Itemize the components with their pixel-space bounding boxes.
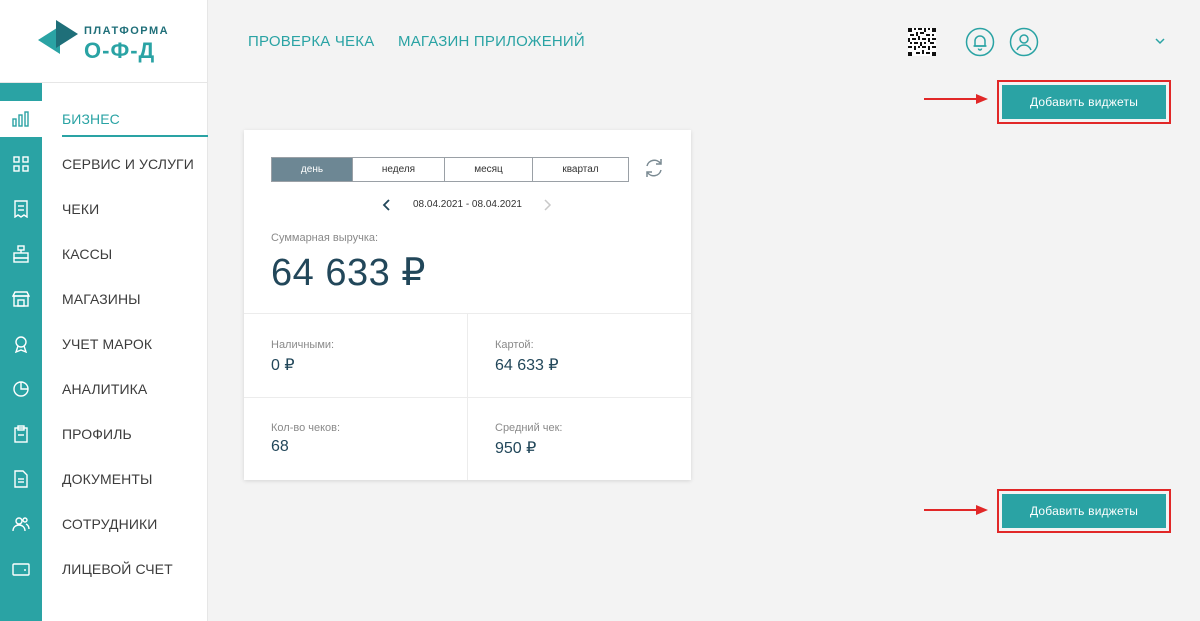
sidebar-item-cash-registers[interactable]: КАССЫ bbox=[62, 244, 112, 264]
date-range-row: 08.04.2021 - 08.04.2021 bbox=[382, 197, 554, 213]
users-icon[interactable] bbox=[0, 506, 42, 542]
bar-chart-icon[interactable] bbox=[0, 101, 42, 137]
annotation-arrow-top bbox=[924, 94, 988, 104]
card-value: 64 633 ₽ bbox=[495, 357, 559, 374]
highlight-frame-bottom: Добавить виджеты bbox=[997, 489, 1171, 533]
icon-rail bbox=[0, 83, 42, 621]
receipts-count-value: 68 bbox=[271, 438, 289, 455]
sidebar-item-profile[interactable]: ПРОФИЛЬ bbox=[62, 424, 132, 444]
sidebar-item-receipts[interactable]: ЧЕКИ bbox=[62, 199, 99, 219]
nav-check-receipt[interactable]: ПРОВЕРКА ЧЕКА bbox=[248, 33, 374, 50]
sidebar-item-business[interactable]: БИЗНЕС bbox=[62, 109, 120, 129]
pie-chart-icon[interactable] bbox=[0, 371, 42, 407]
sidebar-item-documents[interactable]: ДОКУМЕНТЫ bbox=[62, 469, 153, 489]
cash-register-icon[interactable] bbox=[0, 236, 42, 272]
store-icon[interactable] bbox=[0, 281, 42, 317]
revenue-widget: день неделя месяц квартал 08.04.2021 - 0… bbox=[244, 130, 691, 480]
tab-quarter[interactable]: квартал bbox=[533, 158, 628, 181]
receipts-count-label: Кол-во чеков: bbox=[271, 422, 341, 434]
tab-week[interactable]: неделя bbox=[353, 158, 445, 181]
clipboard-icon[interactable] bbox=[0, 416, 42, 452]
wallet-icon[interactable] bbox=[0, 551, 42, 587]
bell-icon[interactable] bbox=[965, 27, 995, 57]
svg-text:ПЛАТФОРМА: ПЛАТФОРМА bbox=[84, 25, 169, 37]
sidebar-item-services[interactable]: СЕРВИС И УСЛУГИ bbox=[62, 154, 194, 174]
sidebar: ПЛАТФОРМА О-Ф-Д БИЗНЕС СЕРВИС И УСЛУГИ Ч… bbox=[0, 0, 208, 621]
svg-text:О-Ф-Д: О-Ф-Д bbox=[84, 38, 155, 63]
document-icon[interactable] bbox=[0, 461, 42, 497]
tab-day[interactable]: день bbox=[272, 158, 353, 181]
chevron-down-icon[interactable] bbox=[1153, 35, 1167, 47]
date-range: 08.04.2021 - 08.04.2021 bbox=[413, 199, 522, 210]
annotation-arrow-bottom bbox=[924, 505, 988, 515]
highlight-frame-top: Добавить виджеты bbox=[997, 80, 1171, 124]
user-icon[interactable] bbox=[1009, 27, 1039, 57]
period-tabs: день неделя месяц квартал bbox=[271, 157, 629, 182]
award-icon[interactable] bbox=[0, 326, 42, 362]
add-widgets-button-bottom[interactable]: Добавить виджеты bbox=[1002, 494, 1166, 528]
sidebar-item-stores[interactable]: МАГАЗИНЫ bbox=[62, 289, 141, 309]
add-widgets-button-top[interactable]: Добавить виджеты bbox=[1002, 85, 1166, 119]
refresh-icon[interactable] bbox=[643, 157, 665, 179]
tab-month[interactable]: месяц bbox=[445, 158, 533, 181]
average-receipt-value: 950 ₽ bbox=[495, 440, 537, 457]
nav-app-store[interactable]: МАГАЗИН ПРИЛОЖЕНИЙ bbox=[398, 33, 585, 50]
qr-code-icon[interactable] bbox=[908, 28, 936, 56]
logo-area: ПЛАТФОРМА О-Ф-Д bbox=[0, 0, 207, 83]
chevron-right-icon[interactable] bbox=[542, 199, 552, 211]
cash-label: Наличными: bbox=[271, 339, 335, 351]
active-underline bbox=[62, 135, 208, 137]
sidebar-item-employees[interactable]: СОТРУДНИКИ bbox=[62, 514, 157, 534]
divider bbox=[467, 314, 468, 480]
average-receipt-label: Средний чек: bbox=[495, 422, 563, 434]
card-label: Картой: bbox=[495, 339, 534, 351]
total-revenue-value: 64 633 ₽ bbox=[271, 252, 426, 294]
sidebar-item-marks[interactable]: УЧЕТ МАРОК bbox=[62, 334, 152, 354]
cash-value: 0 ₽ bbox=[271, 357, 295, 374]
receipt-icon[interactable] bbox=[0, 191, 42, 227]
total-revenue-label: Суммарная выручка: bbox=[271, 232, 379, 244]
platform-ofd-logo[interactable]: ПЛАТФОРМА О-Ф-Д bbox=[38, 18, 178, 64]
sidebar-item-account[interactable]: ЛИЦЕВОЙ СЧЕТ bbox=[62, 559, 173, 579]
chevron-left-icon[interactable] bbox=[382, 199, 392, 211]
sidebar-item-analytics[interactable]: АНАЛИТИКА bbox=[62, 379, 147, 399]
grid-icon[interactable] bbox=[0, 146, 42, 182]
